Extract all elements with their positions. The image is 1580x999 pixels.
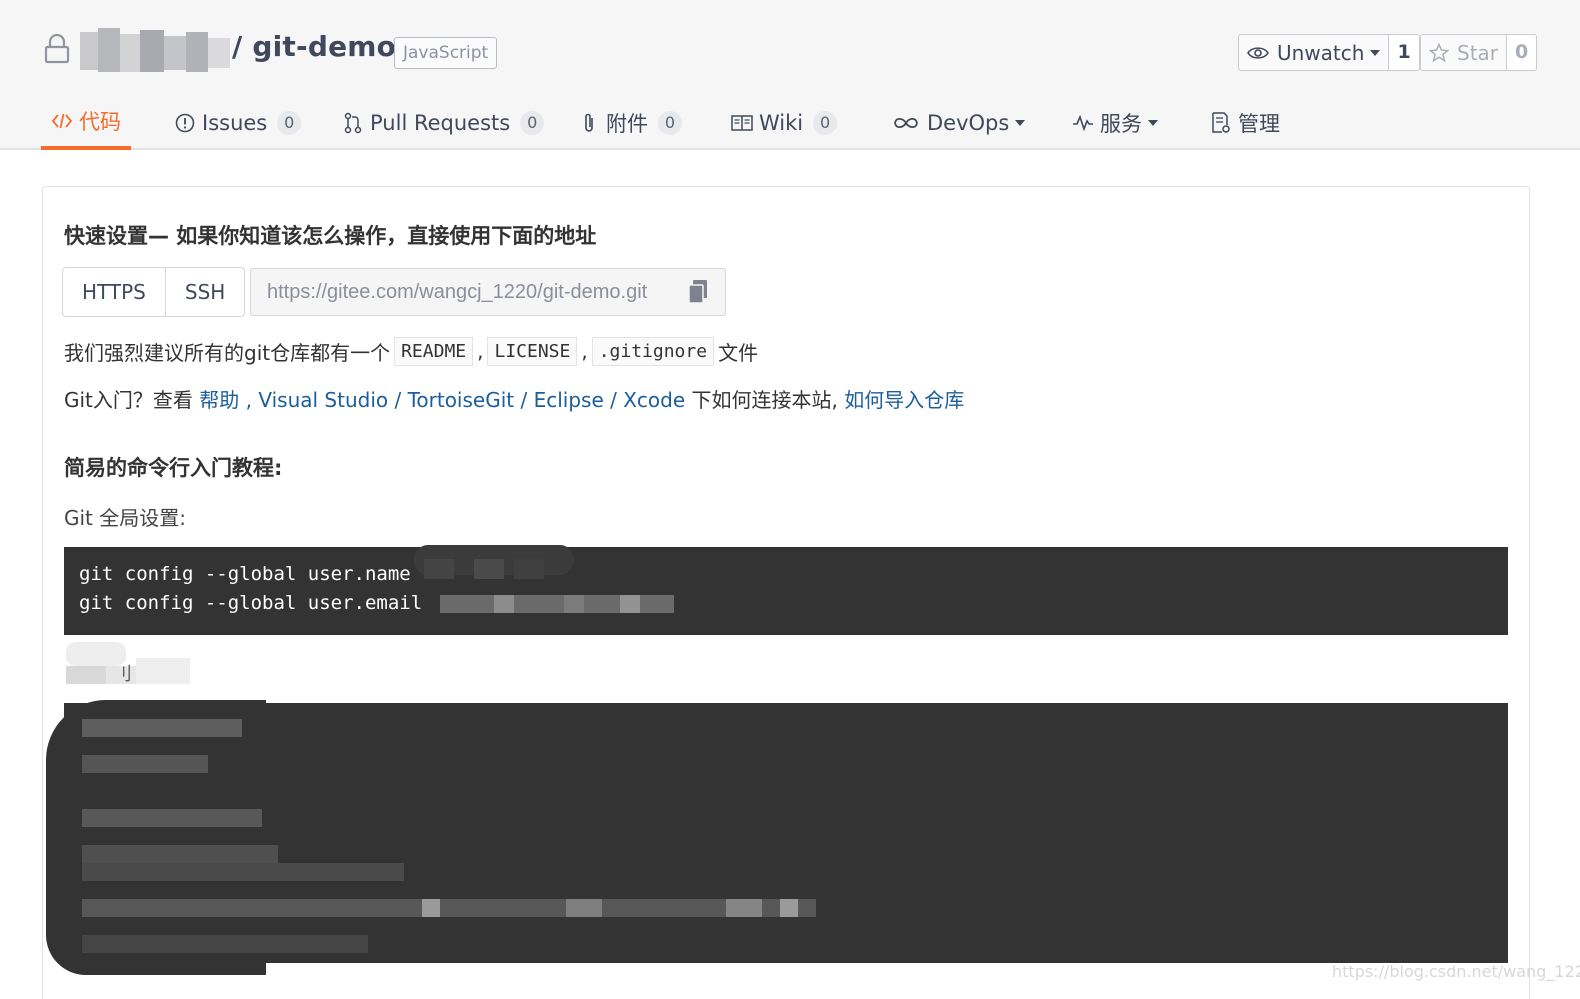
recommend-line: 我们强烈建议所有的git仓库都有一个 README , LICENSE , .g… (64, 334, 758, 368)
separator-slash: / (610, 388, 617, 412)
chevron-down-icon (1370, 49, 1381, 56)
section-label-partial: 刂 (114, 664, 132, 685)
tab-wiki[interactable]: Wiki 0 (731, 95, 838, 150)
tab-attachments-label: 附件 (606, 111, 648, 136)
quick-setup-heading: 快速设置— 如果你知道该怎么操作，直接使用下面的地址 (64, 224, 597, 248)
license-chip: LICENSE (487, 336, 578, 366)
tortoisegit-link[interactable]: TortoiseGit (408, 388, 515, 412)
document-settings-icon (1210, 111, 1232, 134)
eclipse-link[interactable]: Eclipse (534, 388, 604, 412)
command-line-heading: 简易的命令行入门教程: (64, 456, 283, 480)
separator-slash: / (520, 388, 528, 412)
protocol-switcher: HTTPS SSH (62, 267, 246, 317)
code-line-email: git config --global user.email (79, 592, 423, 614)
tab-pull-requests[interactable]: Pull Requests 0 (342, 95, 545, 150)
git-global-label: Git 全局设置: (64, 506, 186, 530)
https-button[interactable]: HTTPS (62, 267, 166, 317)
separator-slash: / (394, 388, 402, 412)
repo-tabs: 代码 Issues 0 Pull Requests 0 附件 0 Wiki 0 … (0, 95, 1580, 150)
recommend-prefix: 我们强烈建议所有的git仓库都有一个 (64, 340, 391, 365)
clone-url-box (250, 268, 726, 316)
help-link[interactable]: 帮助 (199, 388, 239, 412)
tab-services[interactable]: 服务 (1072, 95, 1158, 150)
issue-icon (174, 112, 196, 134)
unwatch-label: Unwatch (1277, 40, 1365, 65)
watch-count[interactable]: 1 (1389, 34, 1420, 71)
section-label-redacted: 刂 (66, 636, 236, 686)
tab-pull-requests-label: Pull Requests (370, 110, 511, 135)
pulse-icon (1072, 112, 1094, 134)
repo-header: / git-demo JavaScript Unwatch 1 Star 0 代… (0, 0, 1580, 150)
star-button[interactable]: Star (1420, 34, 1508, 71)
tab-issues-label: Issues (202, 110, 268, 135)
separator-comma: , (477, 339, 484, 363)
git-config-codeblock: git config --global user.name git config… (64, 545, 1508, 635)
paperclip-icon (578, 112, 600, 134)
lock-icon (44, 34, 70, 64)
tab-code-label: 代码 (79, 109, 121, 134)
chevron-down-icon (1148, 119, 1158, 126)
issues-count: 0 (277, 110, 302, 135)
tab-code[interactable]: 代码 (41, 95, 131, 150)
tab-devops-label: DevOps (927, 110, 1010, 135)
wiki-count: 0 (813, 110, 838, 135)
repo-title[interactable]: / git-demo (232, 30, 396, 63)
star-icon (1429, 42, 1449, 62)
eye-icon (1247, 46, 1269, 59)
repo-commands-codeblock-redacted (64, 703, 1508, 963)
readme-chip: README (394, 336, 474, 366)
chevron-down-icon (1015, 119, 1026, 126)
tab-manage-label: 管理 (1238, 111, 1280, 136)
book-icon (731, 112, 753, 134)
code-line-username: git config --global user.name (79, 563, 411, 585)
tab-services-label: 服务 (1100, 111, 1142, 136)
language-badge[interactable]: JavaScript (394, 37, 498, 69)
copy-icon[interactable] (687, 279, 709, 305)
recommend-suffix: 文件 (718, 340, 759, 365)
tab-issues[interactable]: Issues 0 (174, 95, 302, 150)
owner-name-redacted (80, 24, 230, 76)
tab-wiki-label: Wiki (759, 110, 804, 135)
star-label: Star (1457, 40, 1499, 65)
separator-comma: , (245, 388, 252, 412)
help-prefix: Git入门？查看 (64, 388, 193, 412)
unwatch-button[interactable]: Unwatch (1238, 34, 1390, 71)
help-mid: 下如何连接本站, (691, 388, 838, 412)
visual-studio-link[interactable]: Visual Studio (258, 388, 388, 412)
ssh-button[interactable]: SSH (165, 267, 246, 317)
watermark: https://blog.csdn.net/wang_1220 (1332, 962, 1580, 981)
import-repo-link[interactable]: 如何导入仓库 (844, 388, 964, 412)
pull-request-icon (342, 112, 364, 134)
separator-comma: , (581, 339, 588, 363)
infinity-icon (891, 112, 921, 134)
watch-group: Unwatch 1 (1238, 34, 1420, 71)
star-group: Star 0 (1420, 34, 1538, 71)
gitignore-chip: .gitignore (591, 336, 715, 366)
clone-url-input[interactable] (251, 269, 677, 315)
tab-devops[interactable]: DevOps (891, 95, 1026, 150)
tab-attachments[interactable]: 附件 0 (578, 95, 682, 150)
star-count[interactable]: 0 (1507, 34, 1538, 71)
help-line: Git入门？查看 帮助 , Visual Studio / TortoiseGi… (64, 384, 964, 413)
xcode-link[interactable]: Xcode (623, 388, 685, 412)
pull-requests-count: 0 (520, 110, 545, 135)
tab-manage[interactable]: 管理 (1210, 95, 1280, 150)
attachments-count: 0 (658, 110, 682, 135)
code-icon (51, 110, 73, 132)
